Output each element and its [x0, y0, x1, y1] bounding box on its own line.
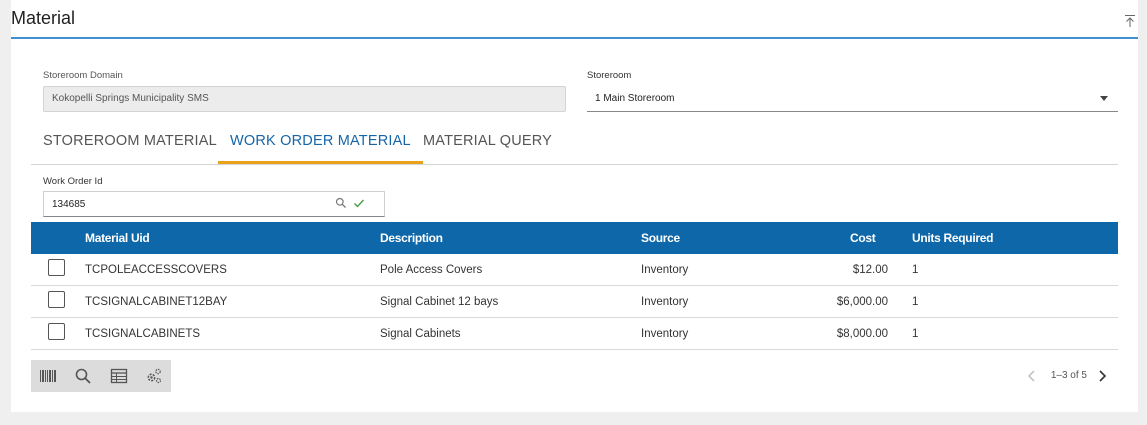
row-checkbox[interactable]	[48, 259, 65, 276]
units-required-cell: 1	[912, 264, 919, 276]
storeroom-selected-value: 1 Main Storeroom	[595, 93, 675, 104]
cost-cell: $6,000.00	[836, 296, 888, 308]
work-order-material-table: Material Uid Description Source Cost Uni…	[31, 222, 1118, 350]
settings-icon[interactable]	[145, 367, 163, 385]
material-uid-cell: TCSIGNALCABINET12BAY	[85, 296, 228, 308]
work-order-id-input[interactable]: 134685	[43, 191, 385, 217]
row-checkbox[interactable]	[48, 291, 65, 308]
description-cell: Signal Cabinet 12 bays	[380, 296, 499, 308]
work-order-id-value: 134685	[52, 199, 86, 210]
panel-title: Material	[11, 8, 76, 28]
material-panel: Material Storeroom Domain Kokopelli Spri…	[11, 0, 1138, 412]
search-icon[interactable]	[335, 197, 347, 209]
table-row[interactable]: TCSIGNALCABINET12BAY Signal Cabinet 12 b…	[31, 286, 1118, 318]
chevron-right-icon[interactable]	[1097, 369, 1107, 383]
pagination-range: 1–3 of 5	[1050, 370, 1087, 381]
barcode-icon[interactable]	[39, 367, 57, 385]
source-cell: Inventory	[641, 296, 689, 308]
table-row[interactable]: TCSIGNALCABINETS Signal Cabinets Invento…	[31, 318, 1118, 350]
title-divider	[11, 37, 1138, 39]
description-cell: Signal Cabinets	[380, 328, 461, 340]
storeroom-label: Storeroom	[587, 70, 632, 81]
checkmark-icon[interactable]	[353, 197, 365, 209]
description-cell: Pole Access Covers	[380, 264, 483, 276]
table-toolbar	[31, 360, 171, 392]
table-row[interactable]: TCPOLEACCESSCOVERS Pole Access Covers In…	[31, 254, 1118, 286]
row-checkbox[interactable]	[48, 323, 65, 340]
cost-cell: $8,000.00	[836, 328, 888, 340]
source-cell: Inventory	[641, 328, 689, 340]
tab-material-query[interactable]: MATERIAL QUERY	[411, 121, 564, 164]
column-header-source[interactable]: Source	[641, 231, 680, 245]
material-uid-cell: TCPOLEACCESSCOVERS	[85, 264, 227, 276]
units-required-cell: 1	[912, 296, 919, 308]
storeroom-domain-field: Kokopelli Springs Municipality SMS	[43, 86, 566, 112]
search-icon[interactable]	[74, 367, 92, 385]
units-required-cell: 1	[912, 328, 919, 340]
collapse-icon[interactable]	[1124, 14, 1136, 28]
cost-cell: $12.00	[852, 264, 888, 276]
tab-work-order-material[interactable]: WORK ORDER MATERIAL	[218, 121, 423, 164]
column-header-description[interactable]: Description	[380, 231, 443, 245]
table-icon[interactable]	[110, 367, 128, 385]
source-cell: Inventory	[641, 264, 689, 276]
storeroom-select[interactable]: 1 Main Storeroom	[587, 86, 1118, 112]
column-header-cost[interactable]: Cost	[850, 231, 876, 245]
material-tabs: STOREROOM MATERIAL WORK ORDER MATERIAL M…	[31, 121, 1118, 165]
dropdown-caret-icon[interactable]	[1100, 96, 1108, 101]
tab-storeroom-material[interactable]: STOREROOM MATERIAL	[31, 121, 229, 164]
column-header-material-uid[interactable]: Material Uid	[85, 231, 150, 245]
column-header-units-required[interactable]: Units Required	[912, 231, 993, 245]
table-header: Material Uid Description Source Cost Uni…	[31, 222, 1118, 254]
chevron-left-icon[interactable]	[1027, 369, 1037, 383]
storeroom-domain-value: Kokopelli Springs Municipality SMS	[52, 93, 209, 104]
storeroom-domain-label: Storeroom Domain	[43, 70, 123, 81]
material-uid-cell: TCSIGNALCABINETS	[85, 328, 201, 340]
work-order-id-label: Work Order Id	[43, 176, 103, 187]
